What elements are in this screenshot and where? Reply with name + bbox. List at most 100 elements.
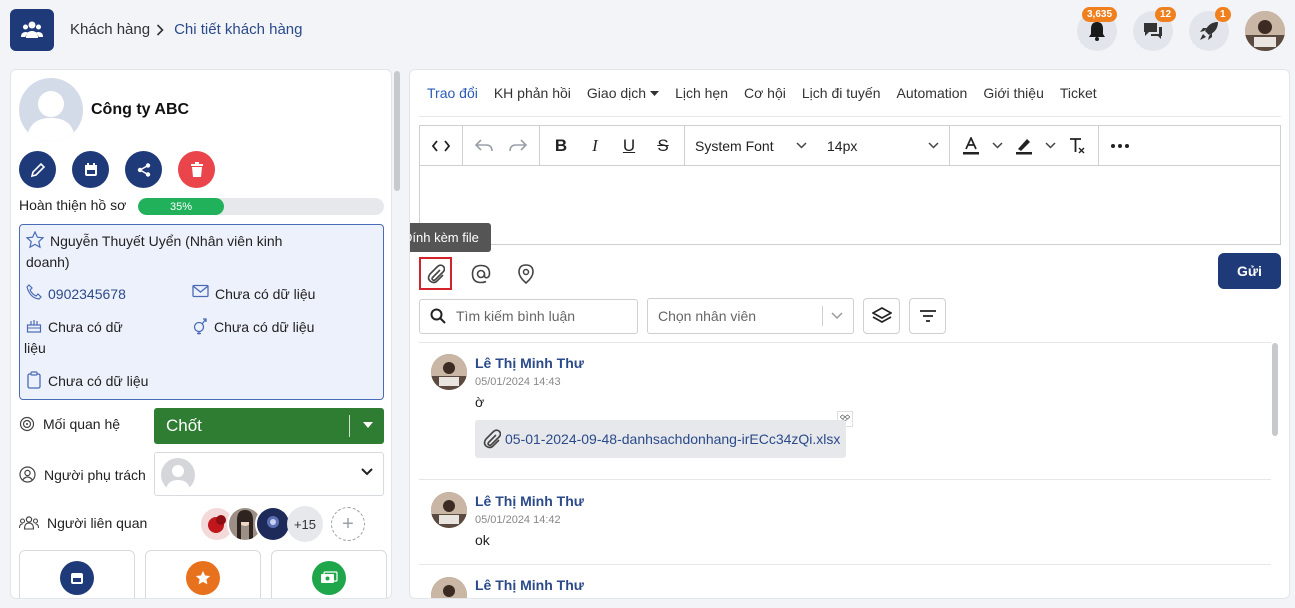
breadcrumb-customer-detail: Chi tiết khách hàng (174, 21, 303, 38)
sort-filter-button[interactable] (909, 298, 946, 334)
underline-icon: U (622, 135, 636, 155)
email-icon (192, 284, 209, 298)
tab-referral[interactable]: Giới thiệu (983, 70, 1044, 117)
edit-button[interactable] (19, 151, 56, 188)
chat-badge: 12 (1155, 7, 1177, 22)
strikethrough-button[interactable]: S (648, 131, 678, 161)
interaction-panel: Trao đổi KH phản hồi Giao dịch Lịch hẹn … (409, 69, 1290, 599)
chevron-down-icon[interactable] (992, 142, 1003, 149)
appointment-card[interactable] (19, 550, 135, 598)
top-bar: Khách hàng Chi tiết khách hàng 3,635 12 … (0, 0, 1295, 62)
clear-format-button[interactable] (1062, 131, 1092, 161)
notification-button[interactable]: 3,635 (1077, 7, 1118, 51)
email-value: Chưa có dữ liệu (215, 286, 316, 302)
bold-button[interactable]: B (546, 131, 576, 161)
underline-button[interactable]: U (614, 131, 644, 161)
send-button[interactable]: Gửi (1218, 253, 1281, 289)
highlight-color-button[interactable] (1009, 131, 1039, 161)
italic-button[interactable]: I (580, 131, 610, 161)
phone-number[interactable]: 0902345678 (48, 284, 126, 305)
star-icon (186, 561, 220, 595)
comment-search-input[interactable]: Tìm kiếm bình luận (419, 298, 638, 334)
tab-transactions[interactable]: Giao dịch (586, 70, 660, 117)
comment-time: 05/01/2024 14:42 (475, 514, 561, 526)
comment-author[interactable]: Lê Thị Minh Thư (475, 577, 584, 593)
font-family-select[interactable]: System Font (691, 138, 811, 154)
bold-icon: B (554, 135, 568, 155)
tab-route-schedule[interactable]: Lịch đi tuyến (802, 70, 881, 117)
italic-icon: I (592, 135, 598, 155)
chevron-down-icon (361, 468, 373, 476)
employee-select[interactable]: Chọn nhân viên (647, 298, 854, 334)
comment-attachment[interactable]: 05-01-2024-09-48-danhsachdonhang-irECc34… (475, 420, 846, 458)
font-size-select[interactable]: 14px (823, 138, 943, 154)
layers-icon (871, 307, 892, 323)
text-color-button[interactable] (956, 131, 986, 161)
profile-progress-bar: 35% (138, 198, 384, 215)
breadcrumb-customers[interactable]: Khách hàng (70, 21, 150, 38)
chevron-down-icon[interactable] (1045, 142, 1056, 149)
code-icon (432, 139, 450, 152)
gender-value: Chưa có dữ liệu (214, 319, 315, 335)
comment-time: 05/01/2024 14:43 (475, 376, 561, 388)
redo-button[interactable] (503, 131, 533, 161)
payment-card[interactable] (271, 550, 387, 598)
user-avatar[interactable] (1245, 11, 1285, 51)
comment-editor: B I U S System Font 14px (419, 125, 1281, 245)
related-label: Người liên quan (47, 515, 148, 531)
comment-author[interactable]: Lê Thị Minh Thư (475, 493, 584, 509)
progress-label: Hoàn thiện hồ sơ (19, 197, 127, 213)
mention-button[interactable] (464, 257, 497, 290)
editor-text-area[interactable] (420, 166, 1280, 244)
comment-avatar (431, 354, 467, 390)
more-options-button[interactable] (1105, 131, 1135, 161)
tab-discussion[interactable]: Trao đổi (427, 70, 478, 117)
left-scrollbar[interactable] (393, 69, 402, 599)
delete-button[interactable] (178, 151, 215, 188)
caret-down-icon (363, 422, 373, 428)
responsible-select[interactable] (154, 452, 384, 496)
birthday-value-cont: liệu (24, 340, 46, 356)
chevron-right-icon (156, 23, 164, 36)
chat-button[interactable]: 12 (1133, 7, 1177, 51)
comment-item: Lê Thị Minh Thư (419, 565, 1271, 598)
relationship-value: Chốt (166, 416, 202, 435)
source-code-button[interactable] (426, 131, 456, 161)
search-icon (430, 308, 446, 324)
tab-opportunities[interactable]: Cơ hội (744, 70, 786, 117)
progress-fill: 35% (138, 198, 225, 215)
rocket-icon (1200, 22, 1218, 40)
contact-info-card: Nguyễn Thuyết Uyển (Nhân viên kinh doanh… (19, 224, 384, 400)
tab-appointments[interactable]: Lịch hẹn (675, 70, 728, 117)
tab-ticket[interactable]: Ticket (1060, 70, 1097, 117)
tab-automation[interactable]: Automation (896, 70, 967, 117)
responsible-row: Người phụ trách (19, 466, 146, 483)
add-related-button[interactable]: + (331, 507, 365, 541)
related-avatar[interactable] (255, 506, 291, 542)
font-family-value: System Font (695, 137, 774, 154)
undo-button[interactable] (469, 131, 499, 161)
comments-scrollbar[interactable] (1271, 341, 1279, 589)
phone-icon (26, 284, 42, 300)
tab-feedback[interactable]: KH phản hồi (494, 70, 571, 117)
relationship-select[interactable]: Chốt (154, 408, 384, 444)
layers-filter-button[interactable] (863, 298, 900, 334)
share-button[interactable] (125, 151, 162, 188)
app-logo[interactable] (10, 9, 54, 51)
tab-transactions-label: Giao dịch (586, 85, 647, 101)
location-button[interactable] (509, 257, 542, 290)
favorite-card[interactable] (145, 550, 261, 598)
at-icon (471, 264, 490, 283)
calendar-button[interactable] (72, 151, 109, 188)
rocket-button[interactable]: 1 (1189, 7, 1231, 51)
group-icon (19, 516, 39, 530)
birthday-value: Chưa có dữ (48, 319, 123, 335)
strikethrough-icon: S (657, 135, 669, 155)
comment-item: Lê Thị Minh Thư 05/01/2024 14:42 ok (419, 480, 1271, 565)
related-more-count[interactable]: +15 (287, 506, 323, 542)
attach-file-button[interactable]: Đính kèm file (410, 223, 491, 290)
font-size-value: 14px (827, 137, 858, 154)
company-name: Công ty ABC (91, 101, 190, 118)
comment-item: Lê Thị Minh Thư 05/01/2024 14:43 ờ 05-01… (419, 343, 1271, 480)
comment-author[interactable]: Lê Thị Minh Thư (475, 355, 584, 371)
